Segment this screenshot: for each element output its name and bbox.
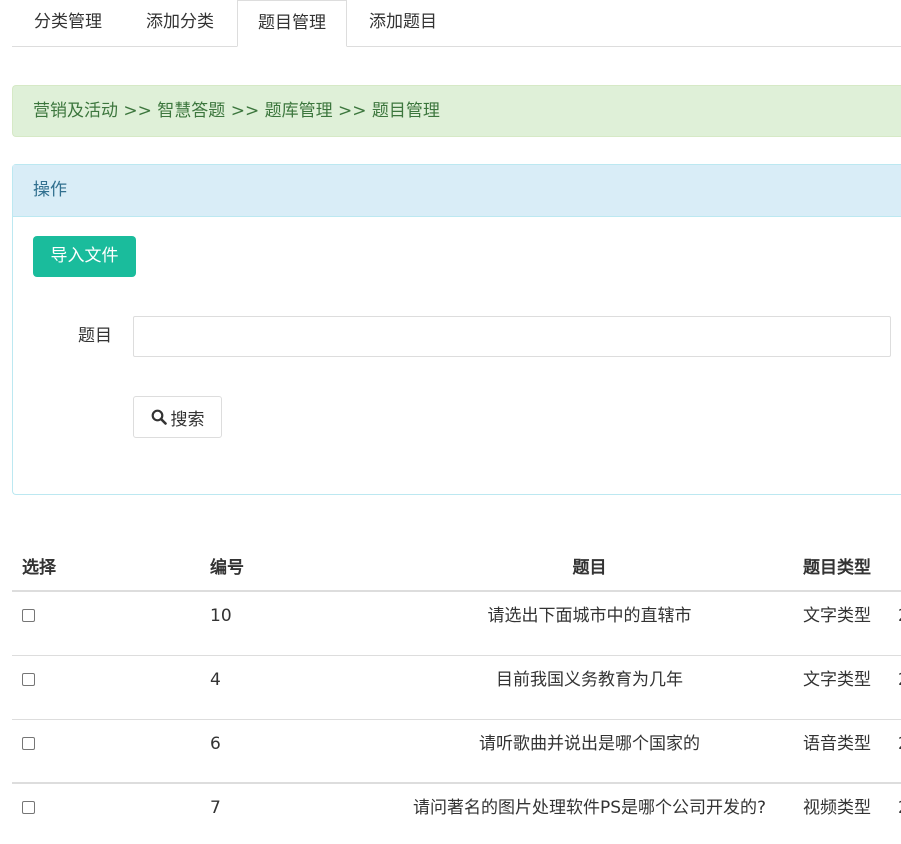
table-row: 4 目前我国义务教育为几年 文字类型 2 (12, 656, 901, 720)
row-type: 文字类型 (803, 606, 871, 626)
search-icon (151, 409, 167, 425)
question-search-input[interactable] (133, 316, 891, 357)
row-id: 4 (210, 670, 221, 690)
tab-bar: 分类管理 添加分类 题目管理 添加题目 (12, 0, 901, 47)
question-field-label: 题目 (78, 326, 112, 346)
tab-add-question[interactable]: 添加题目 (347, 0, 459, 46)
row-title: 请听歌曲并说出是哪个国家的 (479, 734, 700, 754)
row-title: 请问著名的图片处理软件PS是哪个公司开发的? (412, 798, 767, 818)
table-row: 6 请听歌曲并说出是哪个国家的 语音类型 2 (12, 720, 901, 784)
tab-question-management[interactable]: 题目管理 (237, 0, 347, 47)
table-row: 10 请选出下面城市中的直辖市 文字类型 2 (12, 592, 901, 656)
row-checkbox[interactable] (22, 609, 35, 622)
row-id: 7 (210, 798, 221, 818)
tab-category-management[interactable]: 分类管理 (12, 0, 124, 46)
column-header-title: 题目 (572, 558, 607, 578)
row-id: 6 (210, 734, 221, 754)
operation-panel: 操作 导入文件 题目 搜索 (12, 164, 901, 495)
row-title: 目前我国义务教育为几年 (496, 670, 683, 690)
row-checkbox[interactable] (22, 673, 35, 686)
row-id: 10 (210, 606, 232, 626)
row-type: 视频类型 (803, 798, 871, 818)
column-header-id: 编号 (210, 558, 244, 578)
row-title: 请选出下面城市中的直辖市 (487, 606, 692, 626)
tab-add-category[interactable]: 添加分类 (124, 0, 236, 46)
search-button[interactable]: 搜索 (133, 396, 222, 438)
column-header-type: 题目类型 (803, 558, 871, 578)
table-row: 7 请问著名的图片处理软件PS是哪个公司开发的? 视频类型 2 (12, 784, 901, 844)
row-checkbox[interactable] (22, 801, 35, 814)
panel-heading: 操作 (13, 165, 901, 217)
search-button-label: 搜索 (170, 409, 205, 430)
breadcrumb: 营销及活动 >> 智慧答题 >> 题库管理 >> 题目管理 (12, 85, 901, 137)
row-divider (12, 782, 901, 783)
row-type: 文字类型 (803, 670, 871, 690)
row-type: 语音类型 (803, 734, 871, 754)
column-header-select: 选择 (22, 558, 56, 578)
row-checkbox[interactable] (22, 737, 35, 750)
import-file-button[interactable]: 导入文件 (33, 236, 136, 277)
